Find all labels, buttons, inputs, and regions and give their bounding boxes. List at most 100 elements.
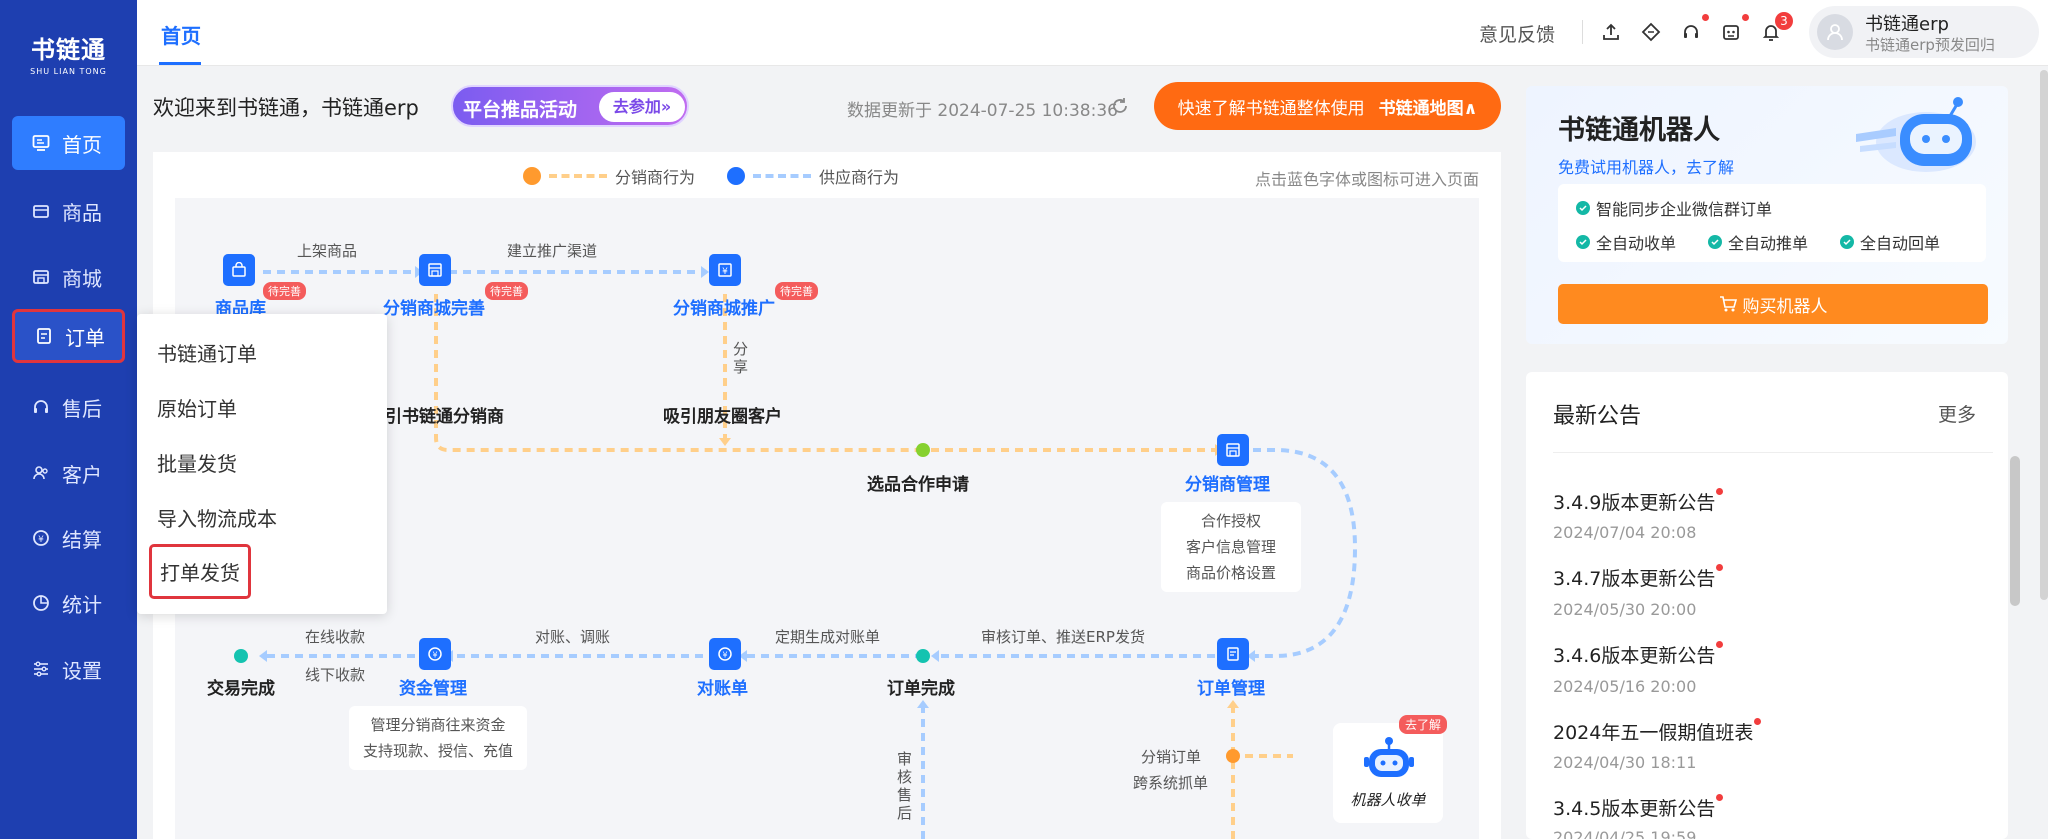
upload-icon[interactable] — [1599, 20, 1623, 44]
svg-text:¥: ¥ — [722, 651, 727, 660]
notice-title-text: 3.4.9版本更新公告 — [1553, 492, 1716, 514]
sidebar-item-label: 商品 — [62, 200, 102, 225]
notice-scrollbar[interactable] — [2010, 456, 2020, 606]
card-line: 管理分销商往来资金 — [370, 716, 506, 734]
buy-robot-button[interactable]: 购买机器人 — [1558, 284, 1988, 324]
map-guide-button[interactable]: 快速了解书链通整体使用 书链通地图∧ — [1154, 82, 1501, 130]
sidebar-item-mall[interactable]: 商城 — [12, 250, 125, 304]
sidebar-item-orders[interactable]: 订单 — [12, 309, 125, 363]
legend-supplier: 供应商行为 — [727, 164, 899, 188]
brand-sub: SHU LIAN TONG — [30, 67, 107, 76]
menu-item-shulian-orders[interactable]: 书链通订单 — [157, 338, 257, 367]
edge-offline-collect: 线下收款 — [305, 666, 366, 684]
pending-tag: 待完善 — [485, 282, 528, 300]
edge-online-collect: 在线收款 — [305, 628, 366, 646]
unread-dot — [1716, 641, 1724, 648]
sidebar-item-label: 统计 — [62, 592, 102, 617]
notice-item-date: 2024/05/30 20:00 — [1553, 600, 1697, 619]
dist-order-point — [1226, 749, 1240, 763]
mall-promote-icon[interactable]: ¥ — [709, 254, 741, 286]
notice-more-link[interactable]: 更多 — [1938, 400, 1976, 427]
cart-icon — [1719, 296, 1737, 312]
sidebar-item-label: 售后 — [62, 396, 102, 421]
sidebar-item-settlement[interactable]: ¥ 结算 — [12, 511, 125, 565]
card-line: 商品价格设置 — [1185, 564, 1276, 582]
tab-home[interactable]: 首页 — [161, 20, 201, 49]
notice-item-title[interactable]: 3.4.7版本更新公告 — [1553, 564, 1724, 591]
card-line: 合作授权 — [1200, 512, 1261, 530]
order-manage-icon[interactable] — [1217, 638, 1249, 670]
mall-complete-icon[interactable] — [419, 254, 451, 286]
sidebar-item-aftersale[interactable]: 售后 — [12, 380, 125, 434]
fund-manage-card: 管理分销商往来资金 支持现款、授信、充值 — [349, 706, 527, 770]
dist-manage-card: 合作授权 客户信息管理 商品价格设置 — [1161, 502, 1301, 592]
user-menu[interactable]: 书链通erp 书链通erp预发回归 — [1809, 6, 2039, 58]
menu-item-batch-ship[interactable]: 批量发货 — [157, 448, 237, 477]
promo-join-button[interactable]: 去参加» — [599, 92, 685, 122]
menu-item-raw-orders[interactable]: 原始订单 — [157, 393, 237, 422]
node-mall-complete[interactable]: 分销商城完善 — [383, 294, 485, 319]
notice-item-date: 2024/04/25 19:59 — [1553, 828, 1697, 839]
notice-item-title[interactable]: 3.4.9版本更新公告 — [1553, 488, 1724, 515]
sidebar-item-home[interactable]: 首页 — [12, 116, 125, 170]
robot-order-card[interactable]: 去了解 机器人收单 — [1333, 715, 1447, 823]
node-attract-friends: 吸引朋友圈客户 — [663, 407, 782, 427]
node-trade-done: 交易完成 — [207, 679, 275, 699]
unread-dot — [1702, 14, 1709, 21]
sliders-icon — [32, 660, 50, 678]
brand-logo[interactable]: 书链通 SHU LIAN TONG — [0, 30, 137, 76]
robot-promo-panel: 书链通机器人 免费试用机器人，去了解 智能同步企业微信群订单 全自动收单 全自动… — [1526, 86, 2008, 344]
trade-done-point — [234, 649, 248, 663]
robot-icon — [1364, 737, 1414, 777]
headset-icon[interactable] — [1679, 14, 1709, 44]
goods-lib-icon[interactable] — [223, 254, 255, 286]
node-order-manage[interactable]: 订单管理 — [1197, 674, 1265, 699]
feature-auto-push: 全自动推单 — [1708, 230, 1808, 254]
promo-banner[interactable]: 平台推品活动 去参加» — [451, 85, 689, 127]
edge-share: 分享 — [733, 340, 749, 376]
robot-icon[interactable] — [1719, 14, 1749, 44]
fund-manage-icon[interactable]: ¥ — [419, 638, 451, 670]
sidebar-item-label: 客户 — [62, 462, 102, 487]
node-select-apply: 选品合作申请 — [867, 475, 969, 495]
node-fund-manage[interactable]: 资金管理 — [399, 674, 467, 699]
dist-manage-icon[interactable] — [1217, 434, 1249, 466]
promo-text: 平台推品活动 — [463, 99, 578, 121]
notice-item-date: 2024/04/30 18:11 — [1553, 753, 1697, 772]
edge-reconcile: 对账、调账 — [535, 628, 611, 646]
diamond-icon[interactable] — [1639, 20, 1663, 44]
refresh-icon[interactable] — [1110, 96, 1130, 116]
legend-label: 分销商行为 — [615, 168, 696, 187]
robot-features-card: 智能同步企业微信群订单 全自动收单 全自动推单 全自动回单 — [1558, 184, 1986, 262]
feature-label: 全自动收单 — [1596, 234, 1677, 253]
pie-chart-icon — [32, 594, 50, 612]
notice-item-title[interactable]: 2024年五一假期值班表 — [1553, 718, 1762, 745]
sidebar-item-goods[interactable]: 商品 — [12, 184, 125, 238]
notice-item-title[interactable]: 3.4.5版本更新公告 — [1553, 794, 1724, 821]
notice-title-text: 3.4.5版本更新公告 — [1553, 798, 1716, 820]
store-icon — [32, 268, 50, 286]
node-statement[interactable]: 对账单 — [697, 674, 748, 699]
page-scrollbar[interactable] — [2040, 70, 2048, 600]
bell-icon[interactable]: 3 — [1759, 12, 1793, 44]
statement-icon[interactable]: ¥ — [709, 638, 741, 670]
menu-item-print-ship[interactable]: 打单发货 — [149, 544, 251, 599]
notice-title-text: 3.4.7版本更新公告 — [1553, 568, 1716, 590]
sidebar-item-settings[interactable]: 设置 — [12, 642, 125, 696]
robot-learn-tag[interactable]: 去了解 — [1398, 715, 1447, 734]
sidebar-item-customers[interactable]: 客户 — [12, 446, 125, 500]
node-dist-manage[interactable]: 分销商管理 — [1185, 470, 1270, 495]
notice-title: 最新公告 — [1553, 404, 1642, 429]
sidebar-item-label: 订单 — [65, 325, 105, 350]
node-mall-promote[interactable]: 分销商城推广 — [673, 294, 775, 319]
sidebar-item-stats[interactable]: 统计 — [12, 576, 125, 630]
feedback-link[interactable]: 意见反馈 — [1479, 20, 1555, 47]
robot-panel-subtitle[interactable]: 免费试用机器人，去了解 — [1558, 154, 1734, 178]
notice-item-title[interactable]: 3.4.6版本更新公告 — [1553, 641, 1724, 668]
edge-review-push: 审核订单、推送ERP发货 — [981, 628, 1145, 646]
menu-item-import-logistics-cost[interactable]: 导入物流成本 — [157, 503, 277, 532]
svg-text:¥: ¥ — [432, 651, 437, 660]
edge-build-channel: 建立推广渠道 — [507, 242, 598, 260]
map-guide-link: 书链通地图∧ — [1378, 98, 1478, 119]
feature-label: 全自动推单 — [1728, 234, 1809, 253]
